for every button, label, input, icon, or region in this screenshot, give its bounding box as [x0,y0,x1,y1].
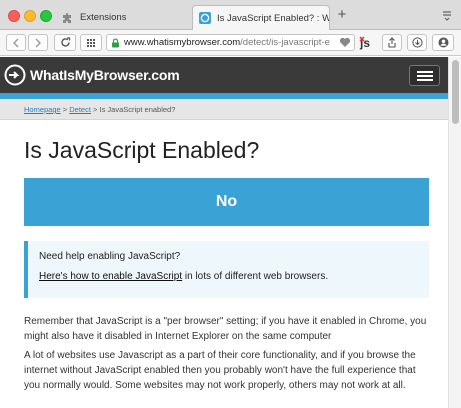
site-header: WhatIsMyBrowser.com [0,57,448,93]
close-window-button[interactable] [8,10,20,22]
apps-grid-button[interactable] [80,34,102,51]
tab-title: Is JavaScript Enabled? : What [217,12,329,24]
tab-bar: Extensions Is JavaScript Enabled? : What… [0,0,461,30]
javascript-disabled-icon: js [359,36,370,50]
puzzle-icon [63,12,71,23]
breadcrumb-detect-link[interactable]: Detect [69,105,91,114]
javascript-status-result: No [24,178,429,226]
websites-functionality-paragraph: A lot of websites use Javascript as a pa… [24,350,416,391]
heart-icon [339,37,350,47]
tab-is-javascript-enabled[interactable]: Is JavaScript Enabled? : What [192,5,330,30]
minimize-window-button[interactable] [24,10,36,22]
download-icon [411,37,423,48]
lock-icon [112,37,119,47]
new-tab-button[interactable]: + [334,7,350,23]
scrollbar-thumb[interactable] [452,60,459,124]
per-browser-paragraph: Remember that JavaScript is a "per brows… [24,316,427,342]
page-title: Is JavaScript Enabled? [24,137,260,163]
grid-icon [87,38,95,47]
downloads-button[interactable] [407,34,427,51]
url-host: www.whatismybrowser.com [124,37,241,48]
chevron-left-icon [13,38,19,47]
address-bar[interactable]: www.whatismybrowser.com/detect/is-javasc… [106,34,355,51]
forward-button[interactable] [28,34,48,51]
whatismybrowser-logo-icon[interactable] [4,64,26,86]
breadcrumb-separator: > [90,105,100,114]
site-logo-text[interactable]: WhatIsMyBrowser.com [30,67,180,83]
enable-javascript-link[interactable]: Here's how to enable JavaScript [39,271,182,282]
whatismybrowser-favicon-icon [199,12,211,24]
breadcrumb-homepage-link[interactable]: Homepage [24,105,61,114]
javascript-toggle-button[interactable]: js [358,35,376,50]
share-button[interactable] [382,34,402,51]
help-line: Here's how to enable JavaScript in lots … [39,271,429,282]
tab-overflow-icon[interactable] [441,9,453,21]
bookmark-heart-button[interactable] [337,35,352,50]
help-callout: Need help enabling JavaScript? Here's ho… [24,241,429,298]
breadcrumb-separator: > [60,105,70,114]
tab-title: Extensions [80,12,127,23]
help-question: Need help enabling JavaScript? [39,251,181,262]
help-suffix: in lots of different web browsers. [182,271,329,282]
tab-extensions[interactable]: Extensions [56,5,192,30]
chevron-right-icon [35,38,41,47]
zoom-window-button[interactable] [40,10,52,22]
url-path: /detect/is-javascript-e [240,37,330,48]
reload-icon [60,37,70,47]
share-icon [388,37,396,48]
page-scrollbar[interactable] [448,57,461,408]
browser-toolbar: www.whatismybrowser.com/detect/is-javasc… [0,30,461,56]
reload-button[interactable] [54,34,76,51]
account-button[interactable] [432,34,454,51]
hamburger-menu-button[interactable] [409,65,440,86]
breadcrumb-current: Is JavaScript enabled? [99,105,176,114]
breadcrumb: Homepage > Detect > Is JavaScript enable… [0,99,448,120]
hamburger-icon [417,71,433,73]
back-button[interactable] [6,34,26,51]
user-icon [438,37,448,48]
